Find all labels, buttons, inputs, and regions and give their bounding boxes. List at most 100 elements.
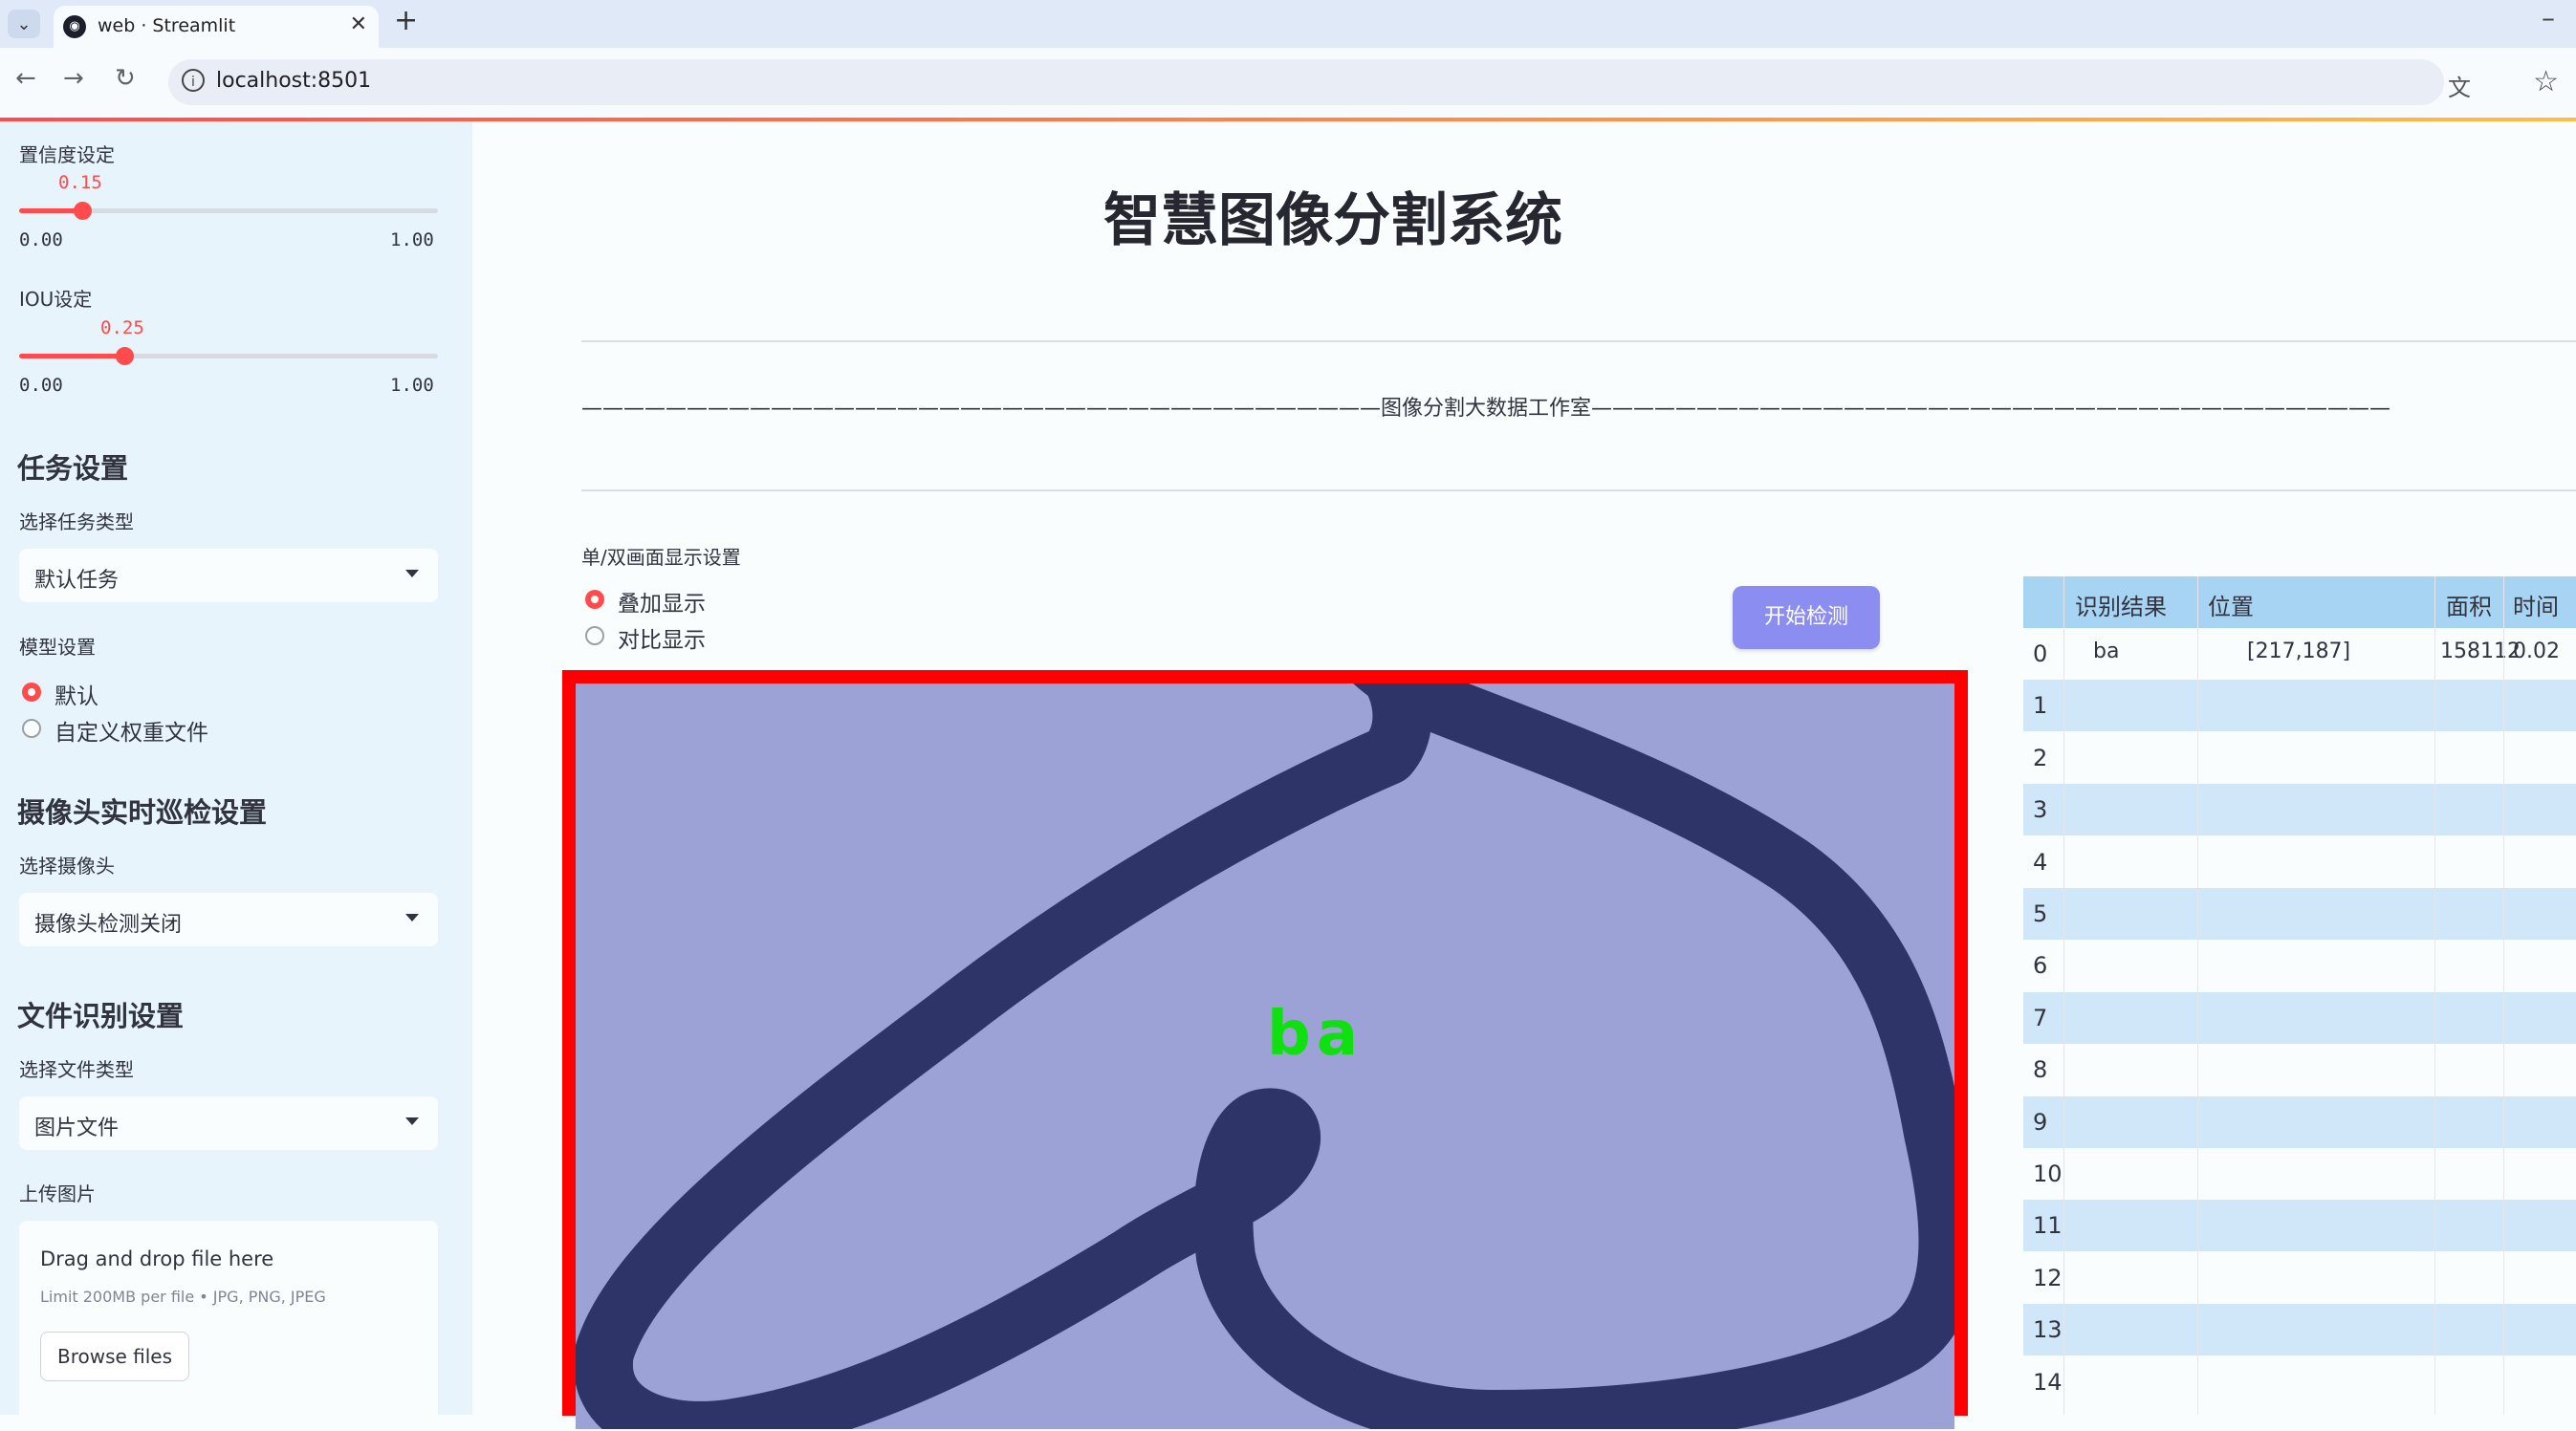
table-row[interactable]: 11 <box>2023 1200 2576 1252</box>
table-row[interactable]: 12 <box>2023 1251 2576 1304</box>
bookmark-star-icon[interactable]: ☆ <box>2533 65 2559 98</box>
page-title: 智慧图像分割系统 <box>1103 187 1562 254</box>
table-row[interactable]: 7 <box>2023 991 2576 1044</box>
translate-icon[interactable]: 文 <box>2448 69 2471 102</box>
close-tab-icon[interactable]: ✕ <box>350 12 367 36</box>
browser-tab-bar: ⌄ ◉ web · Streamlit ✕ + – <box>0 0 2576 48</box>
start-detection-button[interactable]: 开始检测 <box>1733 586 1880 649</box>
table-row[interactable]: 10 <box>2023 1148 2576 1200</box>
dropzone-title: Drag and drop file here <box>40 1247 274 1270</box>
confidence-max: 1.00 <box>390 229 434 250</box>
divider <box>581 489 2576 491</box>
display-mode-label: 单/双画面显示设置 <box>581 546 741 569</box>
model-settings-label: 模型设置 <box>19 636 96 659</box>
model-default-radio[interactable] <box>22 683 41 702</box>
new-tab-icon[interactable]: + <box>394 4 418 37</box>
table-row[interactable]: 1 <box>2023 680 2576 732</box>
forward-arrow-icon[interactable]: → <box>63 64 84 93</box>
overlay-display-radio[interactable] <box>585 590 604 609</box>
col-result-header[interactable]: 识别结果 <box>2075 588 2167 621</box>
table-row[interactable]: 14 <box>2023 1355 2576 1408</box>
main-content: 智慧图像分割系统 ———————————————————————————————… <box>472 121 2576 1429</box>
minimize-window-icon[interactable]: – <box>2542 2 2555 33</box>
model-custom-label[interactable]: 自定义权重文件 <box>55 714 208 747</box>
cell-time: 0.02 <box>2513 640 2560 663</box>
table-row[interactable]: 2 <box>2023 731 2576 784</box>
row-index: 14 <box>2033 1368 2063 1396</box>
results-table-header: 识别结果 位置 面积 时间 <box>2023 576 2576 628</box>
streamlit-favicon-icon: ◉ <box>63 15 86 38</box>
col-position-header[interactable]: 位置 <box>2208 588 2254 621</box>
confidence-slider[interactable] <box>19 202 438 220</box>
column-divider <box>2063 576 2064 1415</box>
iou-value: 0.25 <box>100 317 144 338</box>
iou-slider-thumb[interactable] <box>116 347 134 365</box>
model-custom-radio[interactable] <box>22 719 41 738</box>
row-index: 5 <box>2033 900 2048 927</box>
row-index: 4 <box>2033 848 2048 876</box>
chevron-down-icon <box>405 914 419 921</box>
confidence-label: 置信度设定 <box>19 143 115 166</box>
compare-display-radio[interactable] <box>585 626 604 645</box>
confidence-min: 0.00 <box>19 229 63 250</box>
row-index: 8 <box>2033 1056 2048 1084</box>
file-dropzone[interactable]: Drag and drop file here Limit 200MB per … <box>19 1221 438 1431</box>
iou-slider-fill <box>19 354 124 358</box>
chevron-down-icon <box>405 1117 419 1125</box>
table-row[interactable]: 3 <box>2023 784 2576 836</box>
address-bar: ← → ↻ i localhost:8501 文 ☆ <box>0 48 2576 119</box>
camera-label: 选择摄像头 <box>19 855 115 878</box>
task-type-select[interactable]: 默认任务 <box>19 549 438 602</box>
row-index: 7 <box>2033 1004 2048 1031</box>
row-index: 11 <box>2033 1212 2063 1240</box>
segmentation-result-image: ba <box>576 683 1954 1429</box>
browse-files-button[interactable]: Browse files <box>40 1332 189 1381</box>
detection-label: ba <box>1267 999 1364 1070</box>
iou-slider[interactable] <box>19 347 438 365</box>
camera-select[interactable]: 摄像头检测关闭 <box>19 893 438 946</box>
table-row[interactable]: 9 <box>2023 1095 2576 1148</box>
url-text[interactable]: localhost:8501 <box>216 69 371 93</box>
overlay-display-label[interactable]: 叠加显示 <box>618 585 706 618</box>
file-type-label: 选择文件类型 <box>19 1058 134 1081</box>
model-default-label[interactable]: 默认 <box>55 678 98 710</box>
url-field[interactable]: i localhost:8501 <box>168 59 2444 105</box>
col-time-header[interactable]: 时间 <box>2513 588 2559 621</box>
table-row[interactable]: 5 <box>2023 888 2576 940</box>
results-table[interactable]: 识别结果 位置 面积 时间 0 ba [217,187] 158112 0.02 1 2 3 4… <box>2023 576 2576 1415</box>
col-area-header[interactable]: 面积 <box>2446 588 2492 621</box>
dropzone-limit: Limit 200MB per file • JPG, PNG, JPEG <box>40 1288 326 1306</box>
tab-list-dropdown-icon[interactable]: ⌄ <box>8 10 40 38</box>
tab-title: web · Streamlit <box>98 15 236 36</box>
table-row[interactable]: 13 <box>2023 1304 2576 1356</box>
chevron-down-icon <box>405 570 419 577</box>
browser-tab[interactable]: ◉ web · Streamlit ✕ <box>54 6 379 48</box>
compare-display-label[interactable]: 对比显示 <box>618 621 706 654</box>
task-type-label: 选择任务类型 <box>19 510 134 533</box>
cell-result: ba <box>2093 640 2120 663</box>
confidence-slider-thumb[interactable] <box>74 202 92 220</box>
table-row[interactable]: 0 ba [217,187] 158112 0.02 <box>2023 628 2576 680</box>
row-index: 12 <box>2033 1264 2063 1291</box>
reload-icon[interactable]: ↻ <box>115 64 136 93</box>
row-index: 0 <box>2033 640 2048 667</box>
table-row[interactable]: 6 <box>2023 940 2576 992</box>
iou-min: 0.00 <box>19 375 63 396</box>
column-divider <box>2503 576 2504 1415</box>
table-row[interactable]: 4 <box>2023 835 2576 888</box>
row-index: 10 <box>2033 1160 2063 1187</box>
confidence-value: 0.15 <box>58 172 102 193</box>
row-index: 2 <box>2033 744 2048 771</box>
row-index: 1 <box>2033 692 2048 720</box>
back-arrow-icon[interactable]: ← <box>15 64 36 93</box>
studio-banner: ——————————————————————————————————————图像… <box>581 397 2391 421</box>
file-type-select[interactable]: 图片文件 <box>19 1096 438 1150</box>
cell-area: 158112 <box>2440 640 2521 663</box>
divider <box>581 340 2576 342</box>
table-row[interactable]: 8 <box>2023 1044 2576 1096</box>
column-divider <box>2434 576 2435 1415</box>
column-divider <box>2197 576 2198 1415</box>
site-info-icon[interactable]: i <box>182 69 205 92</box>
file-settings-heading: 文件识别设置 <box>17 1000 185 1032</box>
row-index: 13 <box>2033 1316 2063 1344</box>
